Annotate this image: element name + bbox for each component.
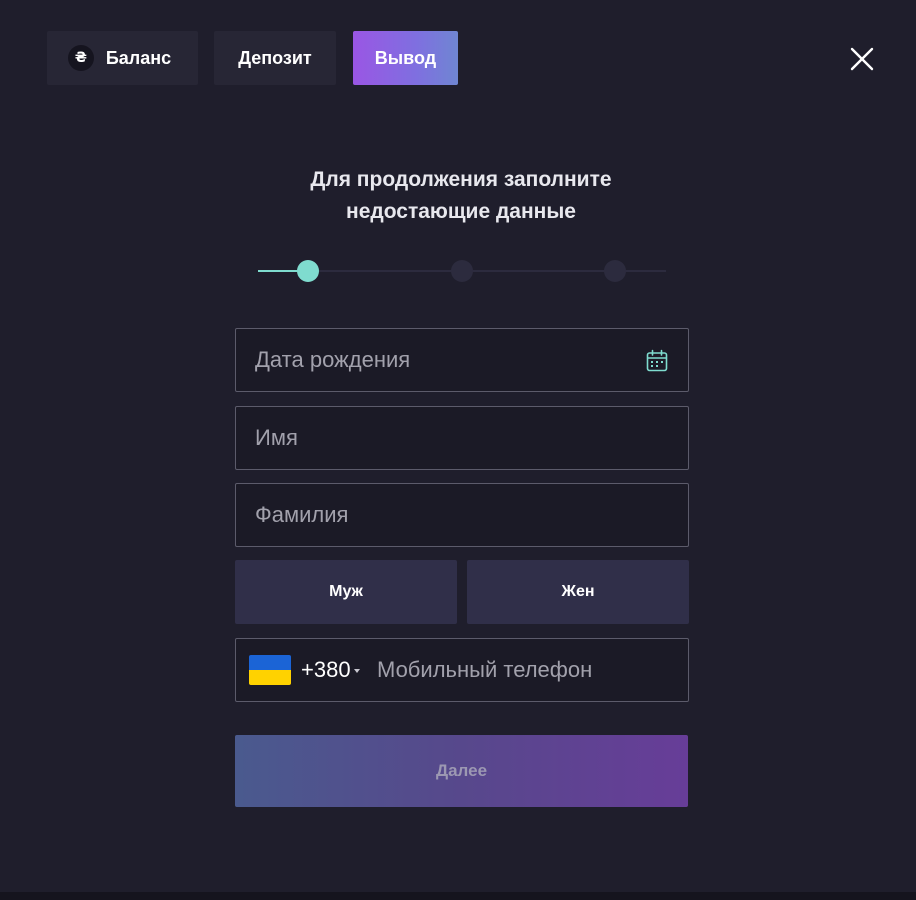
ua-flag-icon[interactable] <box>249 655 291 685</box>
tab-withdraw-label: Вывод <box>374 47 437 68</box>
first-name-input[interactable] <box>236 407 688 469</box>
step-1-dot <box>297 260 319 282</box>
close-icon <box>850 47 874 71</box>
country-code-label: +380 <box>301 657 351 682</box>
birthdate-field[interactable] <box>235 328 689 392</box>
close-button[interactable] <box>849 46 875 72</box>
first-name-field[interactable] <box>235 406 689 470</box>
flag-blue-stripe <box>249 655 291 670</box>
tab-balance-label: Баланс <box>105 47 172 68</box>
progress-stepper <box>258 259 666 283</box>
tab-deposit-label: Депозит <box>238 47 312 68</box>
phone-input[interactable] <box>358 639 678 701</box>
page-title: Для продолжения заполните недостающие да… <box>0 164 916 228</box>
gender-female-button[interactable]: Жен <box>467 560 689 624</box>
last-name-field[interactable] <box>235 483 689 547</box>
gender-male-label: Муж <box>329 583 363 600</box>
flag-yellow-stripe <box>249 670 291 685</box>
hryvnia-icon: ₴ <box>67 45 94 71</box>
page-title-line-1: Для продолжения заполните <box>310 168 612 191</box>
country-code-select[interactable]: +380 <box>301 639 360 701</box>
last-name-input[interactable] <box>236 484 688 546</box>
bottom-strip <box>0 892 916 900</box>
wallet-tabs: ₴ Баланс Депозит Вывод <box>47 31 458 85</box>
phone-field[interactable]: +380 <box>235 638 689 702</box>
gender-female-label: Жен <box>561 583 595 600</box>
birthdate-input[interactable] <box>236 329 688 391</box>
tab-withdraw[interactable]: Вывод <box>353 31 458 85</box>
gender-male-button[interactable]: Муж <box>235 560 457 624</box>
page-title-line-2: недостающие данные <box>346 200 576 223</box>
next-button[interactable]: Далее <box>235 735 688 807</box>
tab-balance[interactable]: ₴ Баланс <box>47 31 198 85</box>
tab-deposit[interactable]: Депозит <box>214 31 336 85</box>
step-2-dot <box>451 260 473 282</box>
step-3-dot <box>604 260 626 282</box>
calendar-icon[interactable] <box>645 349 669 373</box>
withdraw-modal: ₴ Баланс Депозит Вывод Для продолжения з… <box>0 0 916 892</box>
